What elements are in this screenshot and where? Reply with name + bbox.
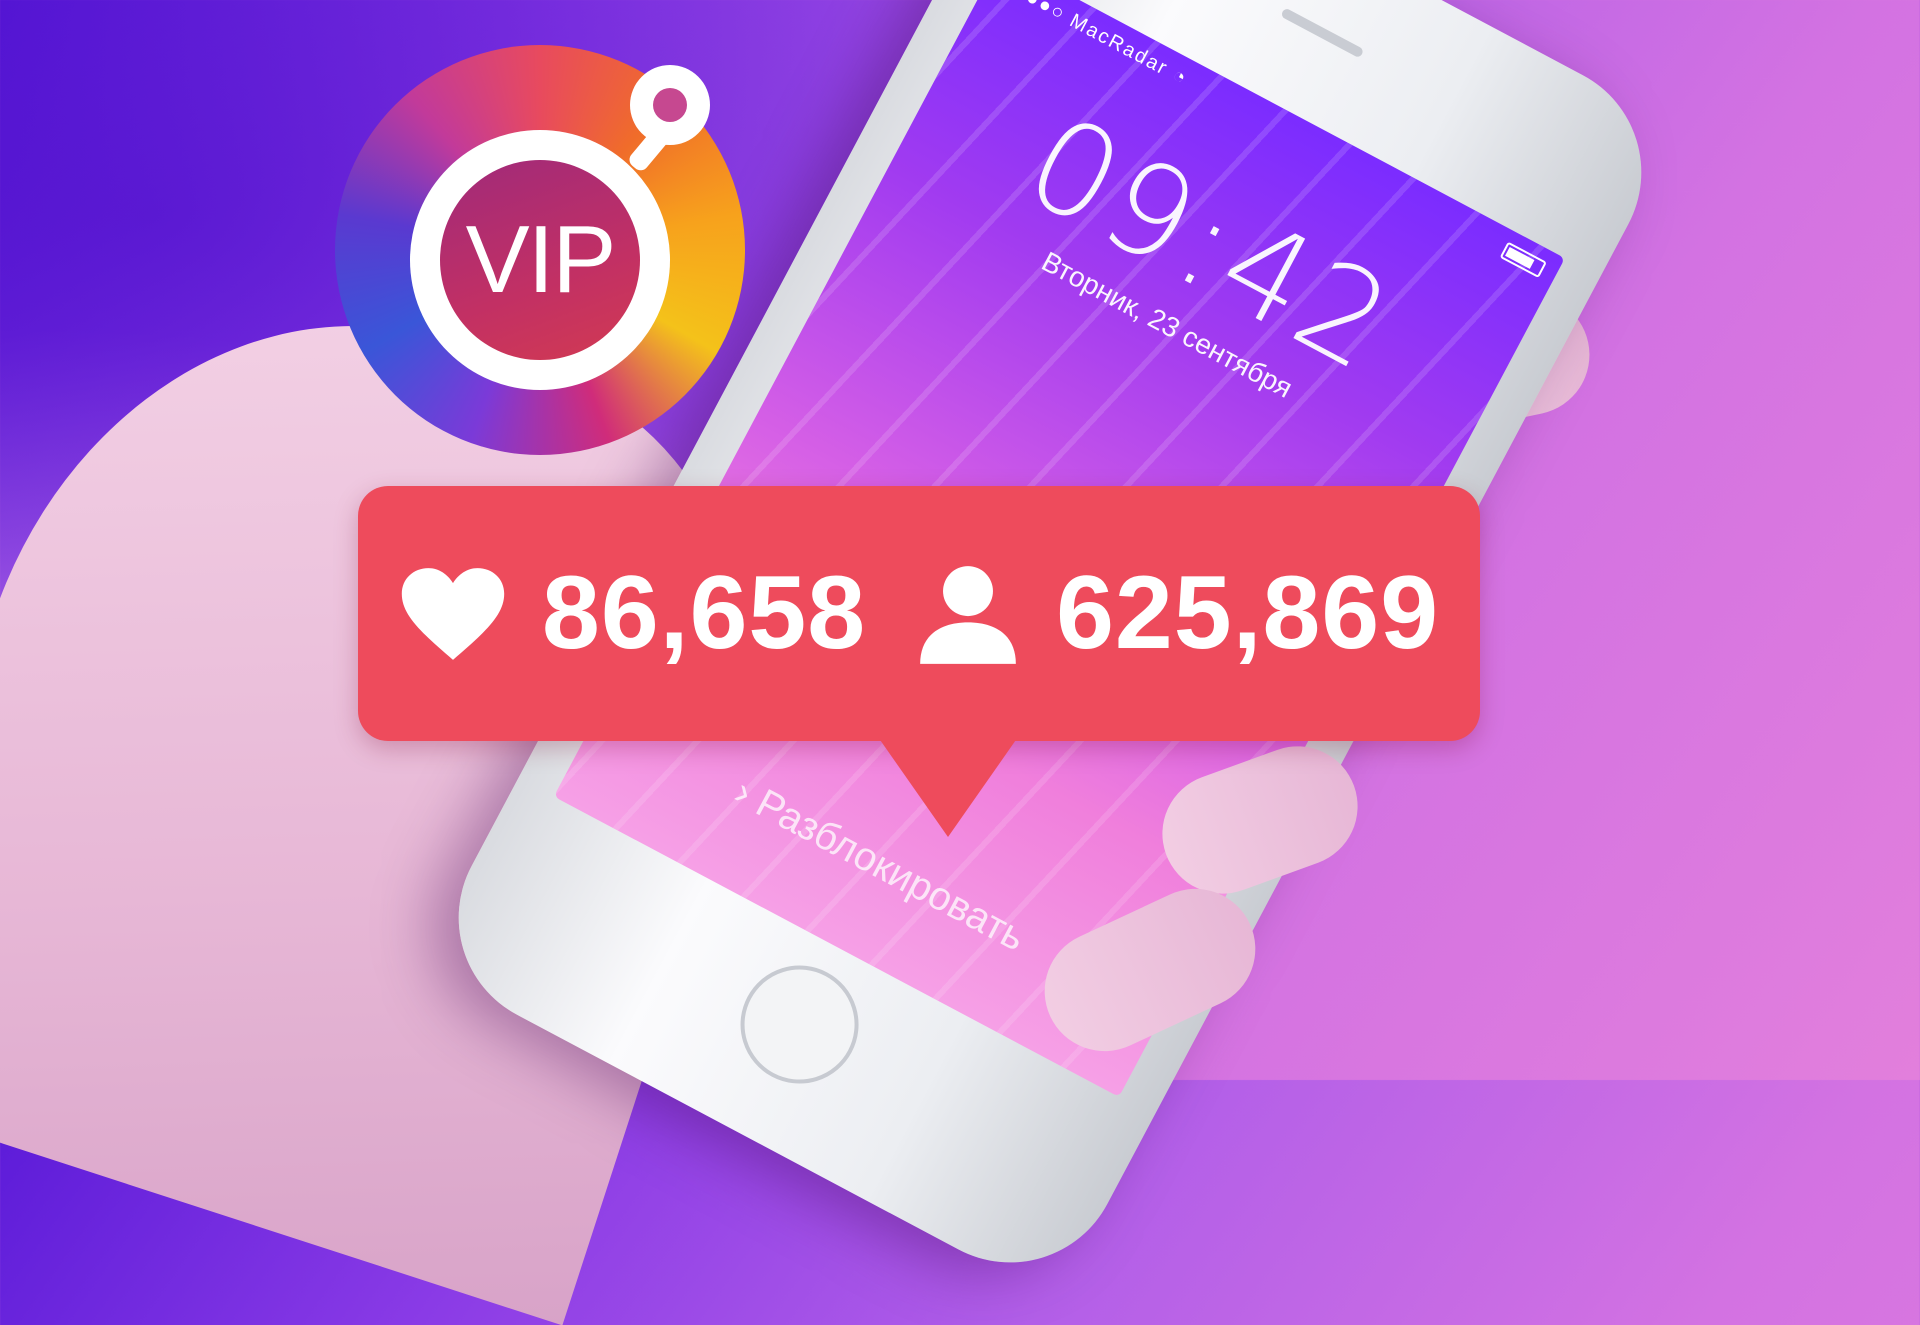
home-button[interactable]	[719, 944, 880, 1105]
wifi-icon: ◔	[1168, 63, 1190, 89]
vip-logo: VIP	[335, 45, 745, 455]
heart-icon	[401, 567, 505, 660]
likes-stat: 86,658	[358, 554, 866, 673]
person-icon	[920, 565, 1016, 664]
followers-stat: 625,869	[866, 554, 1439, 673]
speaker-grille	[1280, 7, 1365, 59]
logo-knob-center	[653, 88, 687, 122]
likes-count: 86,658	[542, 555, 867, 671]
vip-label: VIP	[465, 206, 617, 313]
followers-count: 625,869	[1056, 555, 1440, 671]
activity-notification: 86,658 625,869	[358, 486, 1480, 837]
